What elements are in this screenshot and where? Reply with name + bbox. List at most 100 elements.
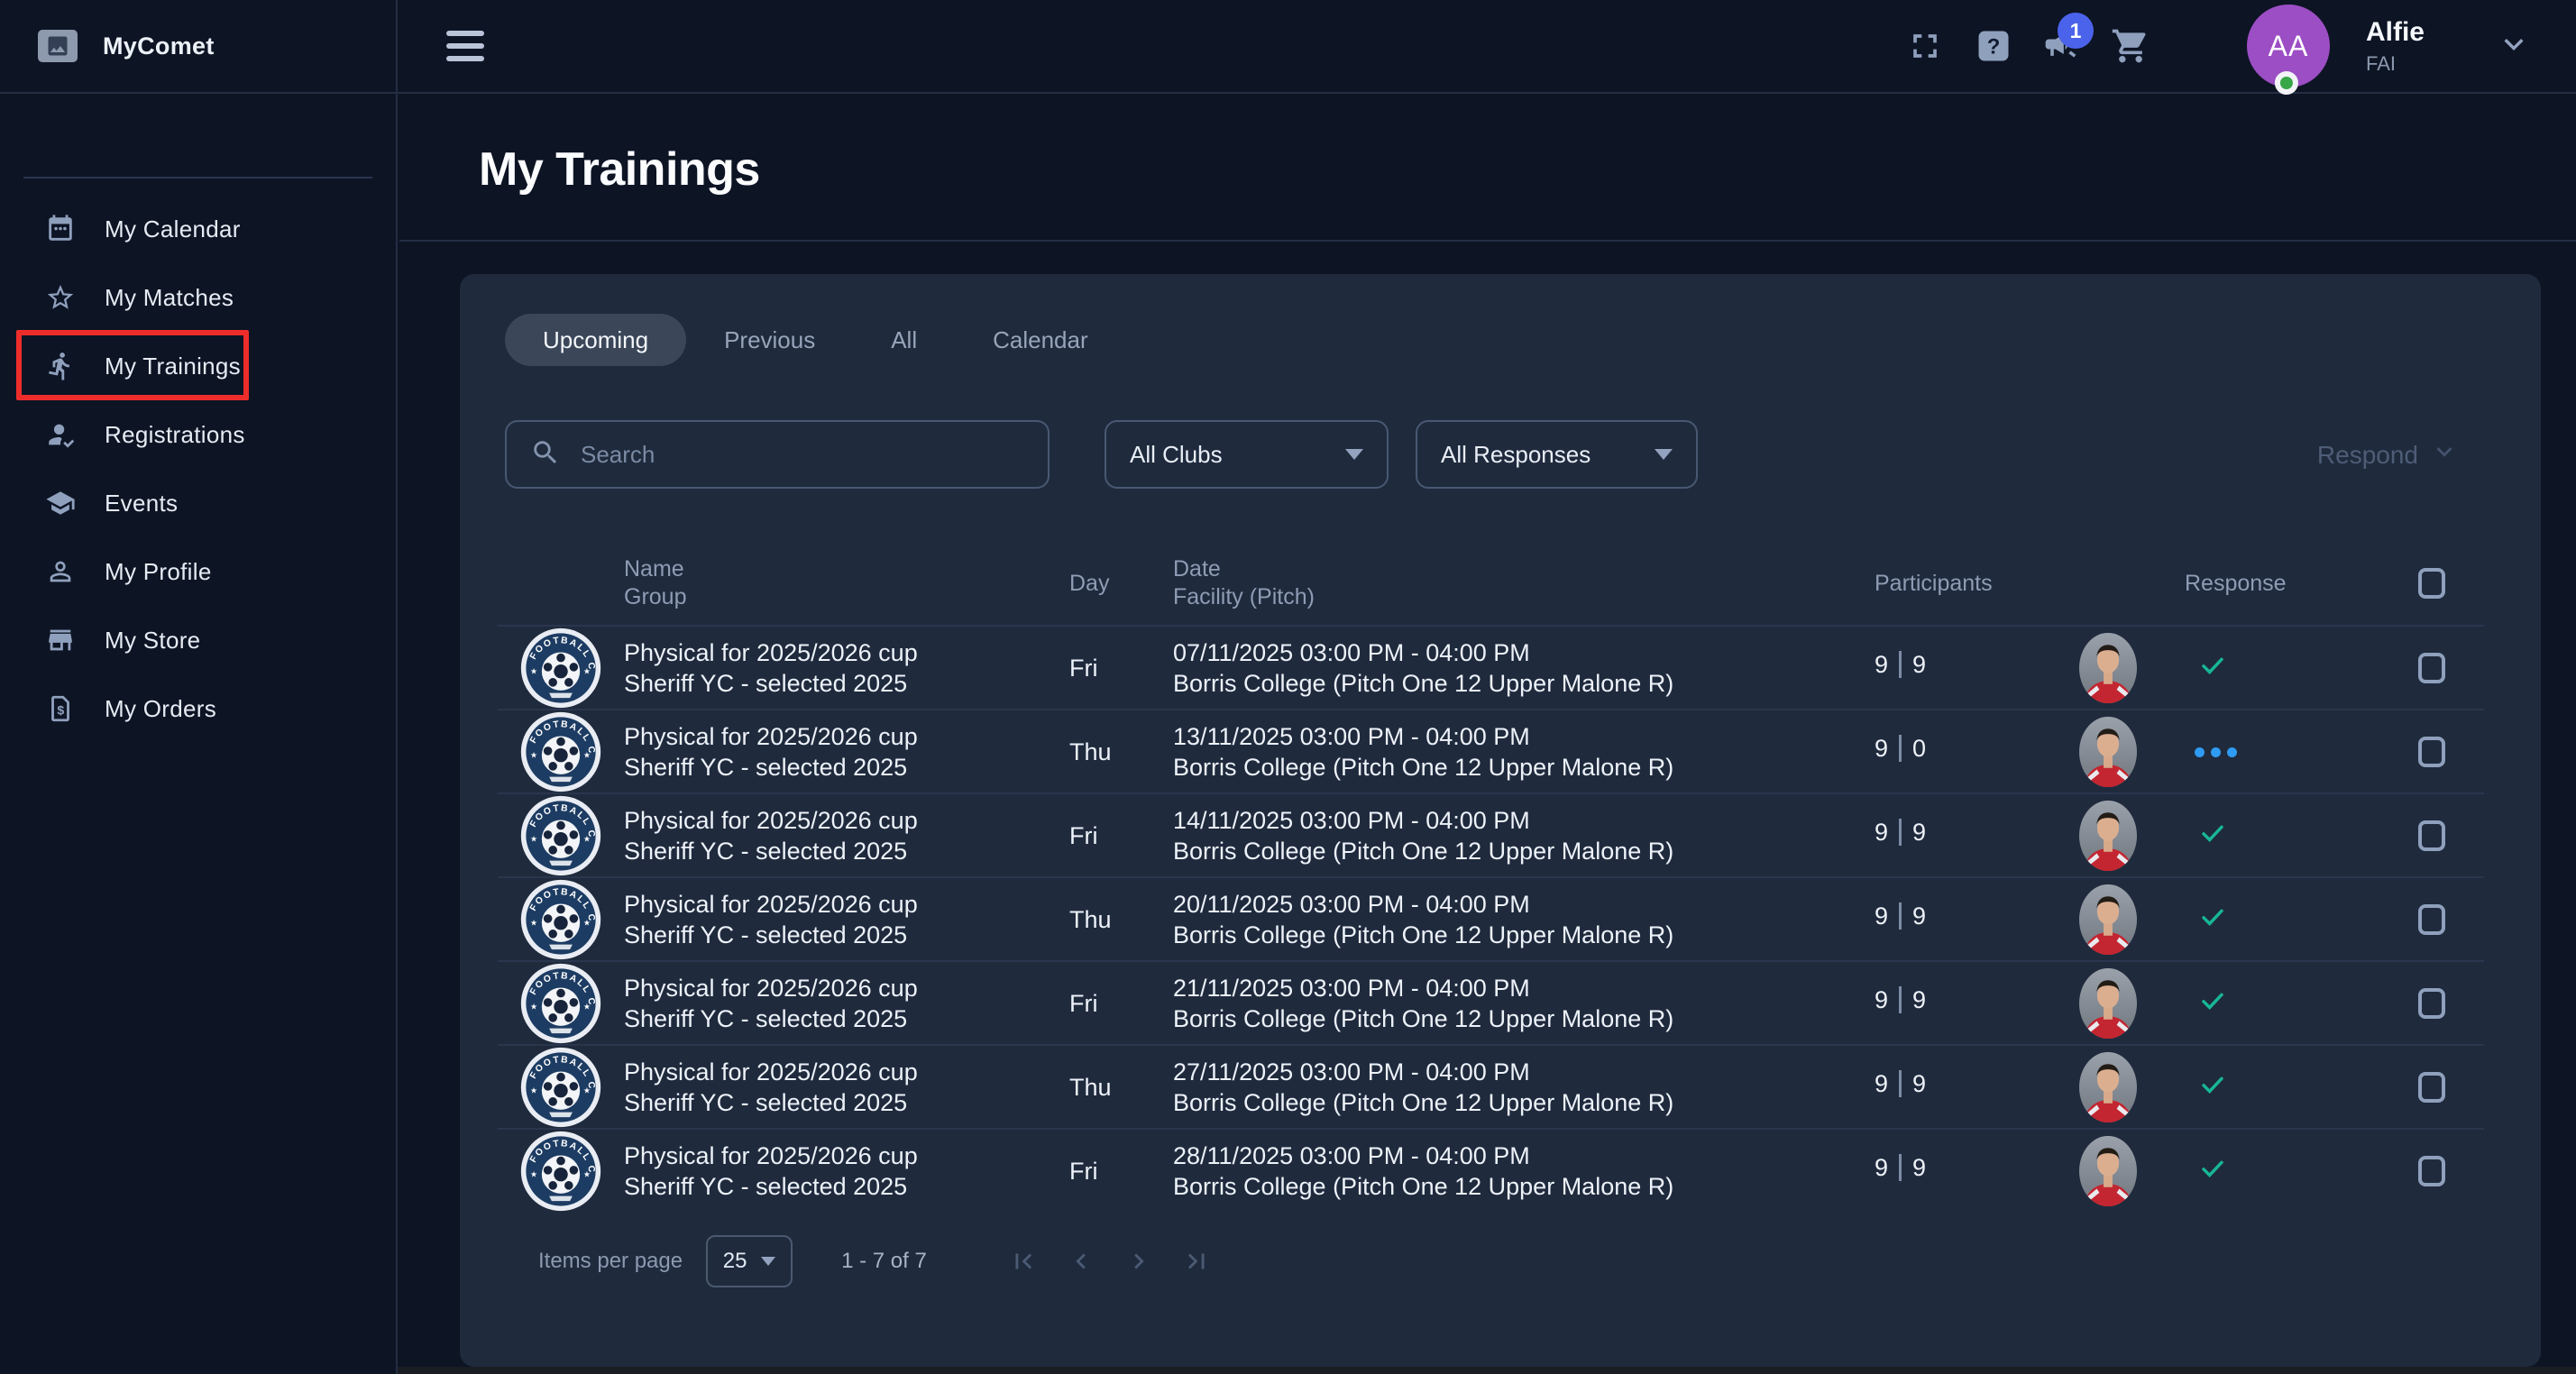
player-photo — [2079, 716, 2137, 788]
caret-down-icon — [761, 1257, 775, 1266]
svg-text:★: ★ — [583, 666, 591, 675]
search-icon — [530, 437, 561, 472]
svg-text:★: ★ — [530, 750, 537, 759]
participants-responded: 9 — [1912, 651, 1926, 679]
svg-text:★: ★ — [583, 918, 591, 927]
sidebar-item-my-matches[interactable]: My Matches — [0, 263, 396, 332]
training-group: Sheriff YC - selected 2025 — [624, 1087, 1069, 1118]
player-photo — [2079, 1051, 2137, 1123]
svg-text:★: ★ — [583, 750, 591, 759]
chevron-down-icon[interactable] — [2495, 25, 2533, 68]
response-accepted-icon — [2195, 819, 2231, 854]
col-participants: Participants — [1875, 571, 1993, 596]
user-name: Alfie — [2366, 16, 2425, 49]
help-icon[interactable]: ? — [1973, 25, 2014, 67]
orders-icon: $ — [45, 693, 76, 724]
table-row[interactable]: FOOTBALL CLUB ★ ★ Physical for 2025/2026… — [498, 1128, 2484, 1212]
response-accepted-icon — [2195, 1070, 2231, 1105]
tab-all[interactable]: All — [853, 314, 955, 366]
table-row[interactable]: FOOTBALL CLUB ★ ★ Physical for 2025/2026… — [498, 709, 2484, 792]
response-cell — [2162, 747, 2379, 757]
row-checkbox[interactable] — [2418, 1072, 2445, 1103]
select-all-checkbox[interactable] — [2418, 568, 2445, 599]
training-date: 21/11/2025 03:00 PM - 04:00 PM — [1173, 973, 1875, 1003]
cart-icon[interactable] — [2110, 25, 2151, 67]
first-page-button[interactable] — [1006, 1246, 1040, 1277]
col-facility: Facility (Pitch) — [1173, 583, 1875, 611]
sidebar-item-events[interactable]: Events — [0, 469, 396, 537]
training-name: Physical for 2025/2026 cup — [624, 1057, 1069, 1087]
clubs-select[interactable]: All Clubs — [1105, 420, 1389, 489]
store-icon — [45, 625, 76, 655]
sidebar-item-registrations[interactable]: Registrations — [0, 400, 396, 469]
prev-page-button[interactable] — [1064, 1246, 1098, 1277]
row-checkbox[interactable] — [2418, 820, 2445, 851]
row-checkbox[interactable] — [2418, 988, 2445, 1019]
announcements-icon[interactable]: 1 — [2041, 25, 2083, 67]
hamburger-menu-icon[interactable] — [446, 31, 484, 61]
training-day: Thu — [1069, 738, 1112, 765]
topbar-actions: ? 1 AA Alfie FAI — [1877, 5, 2576, 87]
response-cell — [2162, 1070, 2379, 1105]
next-page-button[interactable] — [1122, 1246, 1156, 1277]
player-photo — [2079, 967, 2137, 1040]
page-size-select[interactable]: 25 — [706, 1235, 793, 1287]
tab-previous[interactable]: Previous — [686, 314, 853, 366]
table-row[interactable]: FOOTBALL CLUB ★ ★ Physical for 2025/2026… — [498, 876, 2484, 960]
caret-down-icon — [1655, 449, 1673, 460]
responses-select[interactable]: All Responses — [1416, 420, 1698, 489]
training-facility: Borris College (Pitch One 12 Upper Malon… — [1173, 1003, 1875, 1034]
response-cell — [2162, 986, 2379, 1021]
row-checkbox[interactable] — [2418, 653, 2445, 683]
response-accepted-icon — [2195, 1154, 2231, 1189]
user-org: FAI — [2366, 52, 2425, 76]
sidebar-item-my-trainings[interactable]: My Trainings — [0, 332, 396, 400]
respond-button[interactable]: Respond — [2317, 436, 2460, 473]
tab-upcoming[interactable]: Upcoming — [505, 314, 686, 366]
club-logo-icon: FOOTBALL CLUB ★ ★ — [519, 1046, 602, 1129]
sidebar-item-my-orders[interactable]: $ My Orders — [0, 674, 396, 743]
training-day: Thu — [1069, 906, 1112, 933]
app-root: { "brand": { "name": "MyComet", "logo_ic… — [0, 0, 2576, 1374]
participants-responded: 9 — [1912, 1154, 1926, 1182]
svg-text:★: ★ — [530, 666, 537, 675]
person-icon — [45, 556, 76, 587]
row-checkbox[interactable] — [2418, 904, 2445, 935]
row-checkbox[interactable] — [2418, 737, 2445, 767]
chevron-down-icon — [2418, 436, 2460, 473]
participants-cell: 9 9 — [1875, 1154, 2054, 1189]
participants-cell: 9 0 — [1875, 735, 2054, 770]
response-accepted-icon — [2195, 651, 2231, 686]
response-cell — [2162, 651, 2379, 686]
online-status-dot — [2275, 71, 2298, 95]
filters-bar: All Clubs All Responses Respond — [505, 420, 2496, 489]
sidebar-item-my-calendar[interactable]: My Calendar — [0, 195, 396, 263]
participants-cell: 9 9 — [1875, 902, 2054, 938]
brand: MyComet — [0, 0, 398, 93]
table-row[interactable]: FOOTBALL CLUB ★ ★ Physical for 2025/2026… — [498, 625, 2484, 709]
training-facility: Borris College (Pitch One 12 Upper Malon… — [1173, 920, 1875, 950]
svg-text:★: ★ — [530, 834, 537, 843]
avatar[interactable]: AA — [2247, 5, 2330, 87]
sidebar-item-my-store[interactable]: My Store — [0, 606, 396, 674]
last-page-button[interactable] — [1179, 1246, 1214, 1277]
training-group: Sheriff YC - selected 2025 — [624, 836, 1069, 866]
sidebar-item-my-profile[interactable]: My Profile — [0, 537, 396, 606]
player-photo — [2079, 632, 2137, 704]
player-photo — [2079, 884, 2137, 956]
tabs: UpcomingPreviousAllCalendar — [505, 314, 1126, 366]
table-row[interactable]: FOOTBALL CLUB ★ ★ Physical for 2025/2026… — [498, 960, 2484, 1044]
training-date: 20/11/2025 03:00 PM - 04:00 PM — [1173, 889, 1875, 920]
participants-cell: 9 9 — [1875, 986, 2054, 1021]
fullscreen-icon[interactable] — [1904, 25, 1946, 67]
table-row[interactable]: FOOTBALL CLUB ★ ★ Physical for 2025/2026… — [498, 792, 2484, 876]
tab-calendar[interactable]: Calendar — [955, 314, 1126, 366]
pagination: Items per page 25 1 - 7 of 7 — [538, 1230, 1214, 1293]
training-day: Fri — [1069, 655, 1097, 682]
participants-responded: 9 — [1912, 902, 1926, 930]
search-input[interactable] — [581, 441, 1013, 469]
row-checkbox[interactable] — [2418, 1156, 2445, 1186]
table-row[interactable]: FOOTBALL CLUB ★ ★ Physical for 2025/2026… — [498, 1044, 2484, 1128]
club-logo-icon: FOOTBALL CLUB ★ ★ — [519, 794, 602, 877]
title-divider — [399, 240, 2576, 242]
